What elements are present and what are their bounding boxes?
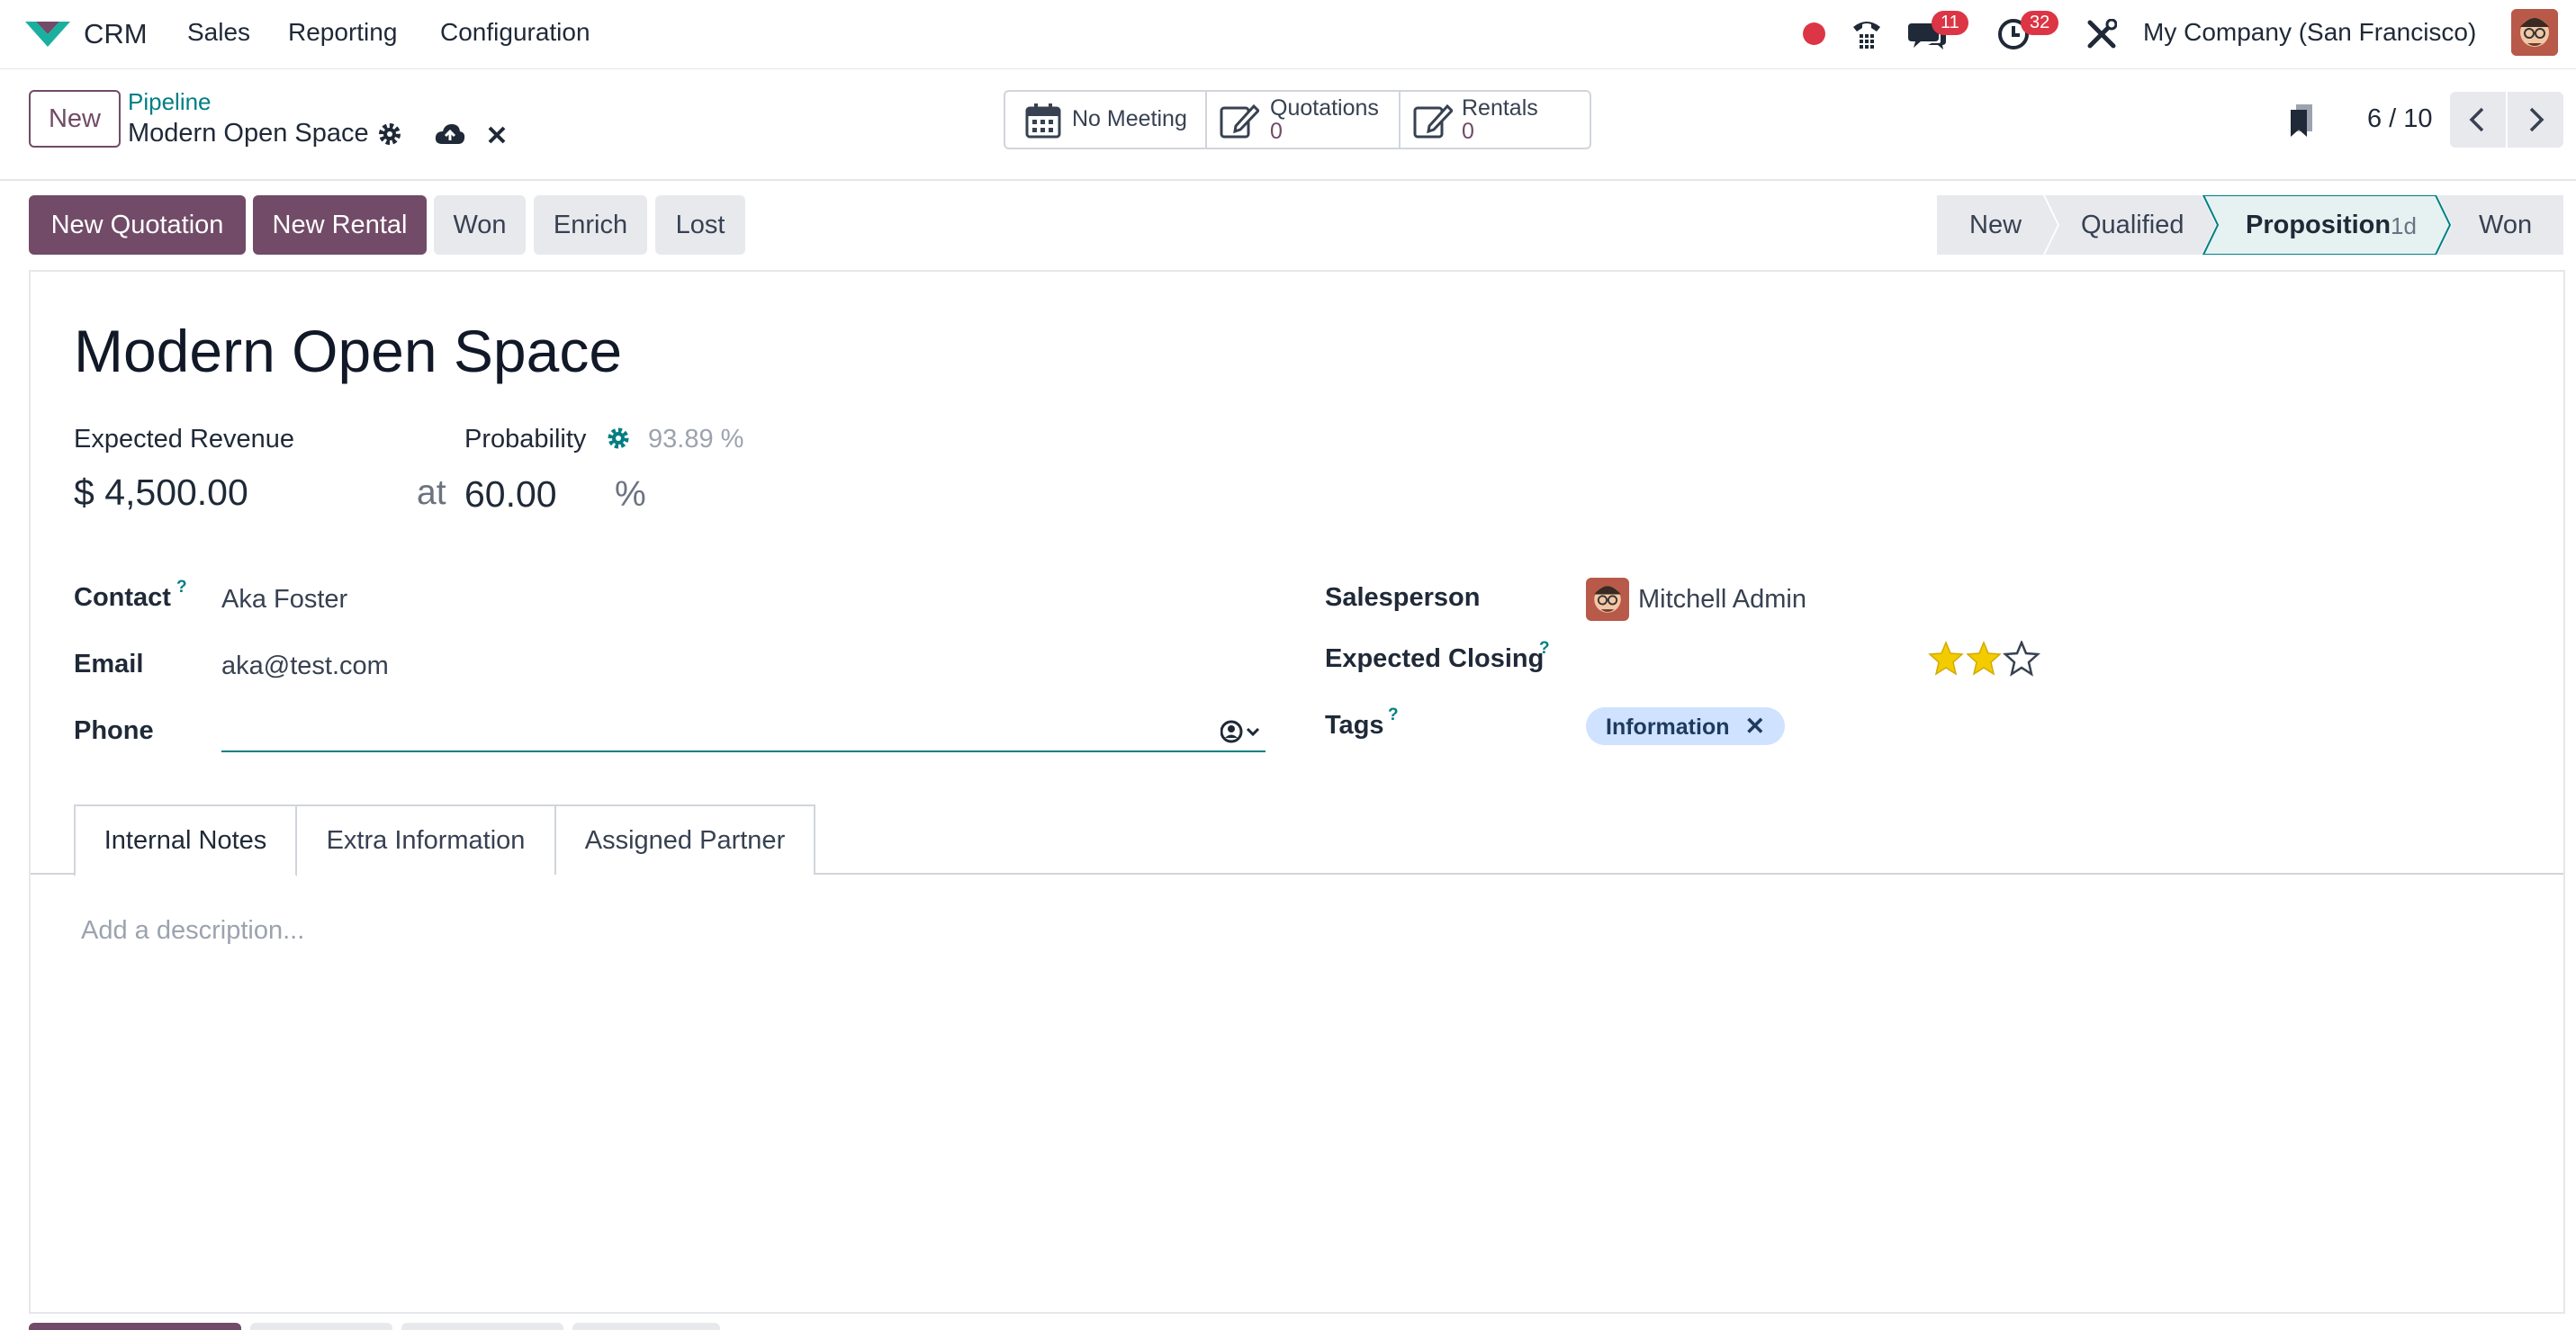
bookmark-icon[interactable]	[2289, 104, 2316, 137]
menu-sales[interactable]: Sales	[187, 18, 250, 47]
tag-information: Information ✕	[1586, 707, 1786, 745]
meeting-label: No Meeting	[1072, 106, 1187, 131]
tag-remove-icon[interactable]: ✕	[1744, 713, 1765, 740]
breadcrumb-current: Modern Open Space	[128, 119, 369, 148]
auto-probability: 93.89 %	[648, 425, 744, 454]
new-quotation-button[interactable]: New Quotation	[29, 195, 246, 255]
control-panel: New Pipeline Modern Open Space No Meetin…	[0, 68, 2576, 181]
phone-label: Phone	[74, 716, 154, 745]
gear-icon[interactable]	[377, 121, 402, 147]
pager-next-button[interactable]	[2508, 92, 2563, 148]
lost-button[interactable]: Lost	[655, 195, 745, 255]
at-label: at	[417, 473, 446, 512]
form-sheet: Modern Open Space Expected Revenue $ 4,5…	[29, 270, 2565, 1314]
messages-badge: 11	[1932, 11, 1968, 35]
tools-icon[interactable]	[2086, 19, 2117, 49]
rentals-smart-button[interactable]: Rentals 0	[1399, 90, 1591, 149]
edit-document-icon	[1220, 103, 1259, 139]
menu-configuration[interactable]: Configuration	[440, 18, 590, 47]
new-rental-button[interactable]: New Rental	[253, 195, 427, 255]
help-tooltip-icon[interactable]: ?	[1539, 639, 1550, 659]
chevron-right-icon	[2529, 107, 2544, 132]
priority-star-3-icon	[2002, 641, 2041, 677]
top-navbar: CRM Sales Reporting Configuration 11 32	[0, 0, 2576, 69]
stage-won[interactable]: Won	[2479, 211, 2532, 240]
tab-assigned-partner[interactable]: Assigned Partner	[554, 804, 815, 875]
quotations-count: 0	[1270, 119, 1283, 144]
stage-duration: 1d	[2391, 212, 2417, 239]
quotations-label: Quotations	[1270, 95, 1379, 121]
rentals-count: 0	[1462, 119, 1474, 144]
email-field[interactable]: aka@test.com	[221, 652, 389, 681]
activities-badge: 32	[2021, 11, 2059, 35]
save-cloud-icon[interactable]	[435, 122, 465, 146]
edit-document-icon	[1413, 103, 1453, 139]
help-tooltip-icon[interactable]: ?	[176, 578, 187, 598]
tab-internal-notes[interactable]: Internal Notes	[74, 804, 297, 876]
rentals-label: Rentals	[1462, 95, 1538, 121]
chatter-follow-button[interactable]	[572, 1323, 720, 1330]
menu-reporting[interactable]: Reporting	[288, 18, 397, 47]
meeting-smart-button[interactable]: No Meeting	[1004, 90, 1211, 149]
gear-icon[interactable]	[607, 427, 630, 450]
chevron-left-icon	[2469, 107, 2484, 132]
country-selector-icon[interactable]	[1220, 720, 1264, 743]
probability-label: Probability	[464, 425, 587, 454]
app-name[interactable]: CRM	[84, 18, 148, 50]
chatter-log-button[interactable]	[250, 1323, 392, 1330]
description-editor[interactable]: Add a description...	[81, 916, 304, 946]
record-dot-icon[interactable]	[1803, 22, 1825, 45]
phone-input[interactable]	[221, 709, 1265, 752]
enrich-button[interactable]: Enrich	[534, 195, 647, 255]
phone-icon[interactable]	[1851, 16, 1883, 50]
won-button[interactable]: Won	[434, 195, 526, 255]
pager-previous-button[interactable]	[2450, 92, 2506, 148]
company-switcher[interactable]: My Company (San Francisco)	[2143, 18, 2476, 47]
expected-closing-label: Expected Closing	[1325, 644, 1545, 673]
quotations-smart-button[interactable]: Quotations 0	[1205, 90, 1404, 149]
stage-qualified[interactable]: Qualified	[2081, 211, 2184, 240]
priority-star-2-icon	[1966, 641, 2002, 676]
tag-label: Information	[1606, 714, 1730, 740]
crm-logo-icon[interactable]	[23, 16, 72, 49]
tab-extra-information[interactable]: Extra Information	[295, 804, 556, 875]
expected-revenue-field[interactable]: $ 4,500.00	[74, 472, 248, 514]
new-record-button[interactable]: New	[29, 90, 121, 148]
priority-stars[interactable]	[1928, 641, 2045, 677]
stage-statusbar: New Qualified Proposition 1d Won	[1937, 195, 2563, 255]
opportunity-title[interactable]: Modern Open Space	[74, 317, 622, 385]
chatter-activity-button[interactable]	[401, 1323, 563, 1330]
salesperson-field[interactable]: Mitchell Admin	[1638, 585, 1806, 615]
discard-close-icon[interactable]	[487, 125, 507, 145]
calendar-icon	[1025, 103, 1061, 139]
stage-new[interactable]: New	[1969, 211, 2022, 240]
chatter-send-button[interactable]	[29, 1323, 241, 1330]
user-avatar[interactable]	[2511, 9, 2558, 56]
priority-star-1-icon	[1928, 641, 1964, 676]
pager-value[interactable]: 6 / 10	[2367, 104, 2433, 134]
probability-field[interactable]: 60.00	[464, 473, 557, 516]
help-tooltip-icon[interactable]: ?	[1388, 705, 1399, 725]
percent-label: %	[615, 475, 646, 514]
breadcrumb-pipeline[interactable]: Pipeline	[128, 88, 212, 116]
stage-proposition[interactable]: Proposition	[2246, 211, 2391, 240]
tags-label: Tags	[1325, 711, 1384, 740]
contact-label: Contact	[74, 583, 171, 612]
salesperson-label: Salesperson	[1325, 583, 1481, 612]
email-label: Email	[74, 650, 144, 678]
contact-field[interactable]: Aka Foster	[221, 585, 347, 615]
salesperson-avatar	[1586, 578, 1629, 621]
expected-revenue-label: Expected Revenue	[74, 425, 295, 454]
